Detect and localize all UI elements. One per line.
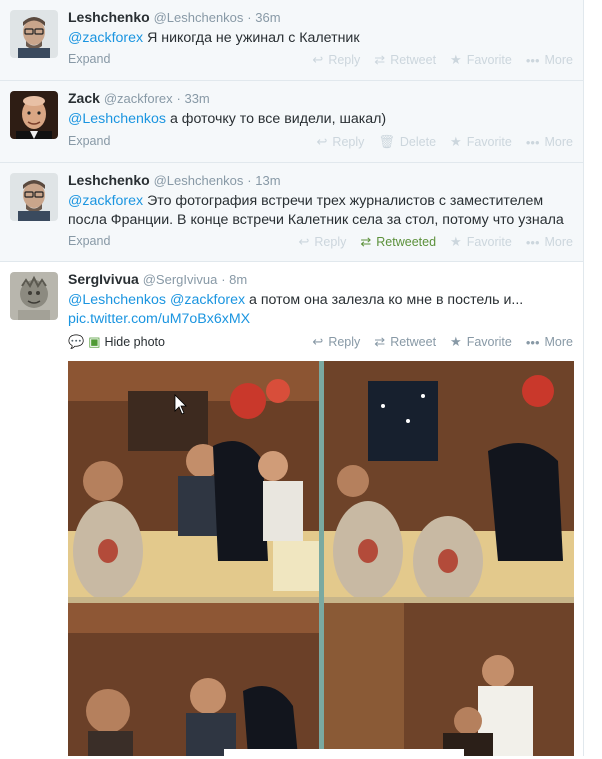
avatar[interactable]: [10, 91, 58, 139]
tweet-photo[interactable]: [68, 361, 574, 756]
favorite-label: Favorite: [466, 335, 512, 349]
favorite-icon: ★: [450, 334, 462, 349]
mention-link[interactable]: @zackforex: [170, 292, 245, 308]
favorite-label: Favorite: [466, 135, 512, 149]
tweet-actions: ↩ Reply ⇄ Retweet ★ Favorite ••• More: [298, 334, 573, 350]
tweet-actions: ↩ Reply ⇄ Retweet ★ Favorite ••• More: [298, 52, 573, 68]
tweet-text: @zackforex Это фотография встречи трех ж…: [68, 192, 573, 230]
more-icon: •••: [525, 52, 540, 68]
photo-icon: ▣: [88, 334, 101, 349]
author-name[interactable]: SergIvivua: [68, 271, 139, 287]
favorite-button[interactable]: ★ Favorite: [450, 52, 512, 68]
favorite-button[interactable]: ★ Favorite: [450, 334, 512, 350]
retweet-button[interactable]: ⇄ Retweet: [374, 334, 436, 350]
tweet[interactable]: Leshchenko @Leshchenkos · 36m @zackforex…: [0, 0, 583, 81]
mention-link[interactable]: @Leshchenkos: [68, 111, 166, 127]
more-icon: •••: [525, 134, 540, 150]
retweet-button[interactable]: ⇄ Retweet: [374, 52, 436, 68]
tweet-time[interactable]: · 13m: [247, 173, 280, 188]
expand-link[interactable]: Expand: [68, 134, 110, 148]
reply-icon: ↩: [312, 334, 324, 349]
hide-photo-label: Hide photo: [104, 335, 165, 349]
tweet-body: а фоточку то все видели, шакал): [166, 111, 387, 127]
more-icon: •••: [525, 334, 540, 350]
favorite-icon: ★: [450, 234, 462, 249]
favorite-icon: ★: [450, 134, 462, 149]
retweet-label: Retweet: [390, 335, 437, 349]
reply-button[interactable]: ↩ Reply: [312, 334, 360, 350]
restaurant-photo-collage: [68, 361, 574, 756]
more-label: More: [544, 53, 573, 67]
reply-label: Reply: [314, 235, 347, 249]
delete-label: Delete: [399, 135, 437, 149]
hide-photo-link[interactable]: 💬 ▣ Hide photo: [68, 334, 165, 350]
tweet[interactable]: Zack @zackforex · 33m @Leshchenkos а фот…: [0, 81, 583, 163]
more-icon: •••: [525, 234, 540, 250]
more-button[interactable]: ••• More: [526, 52, 573, 68]
reply-icon: ↩: [312, 52, 324, 67]
avatar[interactable]: [10, 272, 58, 320]
favorite-button[interactable]: ★ Favorite: [450, 234, 512, 250]
reply-label: Reply: [332, 135, 365, 149]
tweet-time[interactable]: · 8m: [221, 272, 247, 287]
delete-icon: 🗑: [378, 134, 395, 149]
favorite-label: Favorite: [466, 53, 512, 67]
delete-button[interactable]: 🗑 Delete: [378, 134, 436, 150]
reply-button[interactable]: ↩ Reply: [317, 134, 365, 150]
tweet-body: Я никогда не ужинал с Калетник: [143, 30, 360, 46]
tweet-text: @zackforex Я никогда не ужинал с Калетни…: [68, 29, 573, 48]
tweet-body-line1: Это фотография встречи трех журналистов …: [143, 193, 544, 209]
reply-button[interactable]: ↩ Reply: [299, 234, 347, 250]
reply-icon: ↩: [298, 234, 310, 249]
tweet-text: @Leshchenkos а фоточку то все видели, ша…: [68, 110, 573, 129]
expand-link[interactable]: Expand: [68, 234, 110, 248]
author-name[interactable]: Leshchenko: [68, 9, 150, 25]
mention-link[interactable]: @Leshchenkos: [68, 292, 166, 308]
avatar[interactable]: [10, 173, 58, 221]
tweet-body: а потом она залезла ко мне в постель и..…: [245, 292, 524, 308]
author-handle[interactable]: @Leshchenkos: [154, 173, 244, 188]
reply-icon: ↩: [316, 134, 328, 149]
tweet-time[interactable]: · 33m: [177, 91, 210, 106]
more-label: More: [544, 335, 573, 349]
favorite-button[interactable]: ★ Favorite: [450, 134, 512, 150]
tweet-body-line2: посла Франции. В конце встречи Калетник …: [68, 212, 564, 228]
author-handle[interactable]: @SergIvivua: [143, 272, 218, 287]
tweet-actions: ↩ Reply 🗑 Delete ★ Favorite ••• More: [303, 134, 573, 150]
author-name[interactable]: Zack: [68, 90, 100, 106]
mention-link[interactable]: @zackforex: [68, 30, 143, 46]
timeline: Leshchenko @Leshchenkos · 36m @zackforex…: [0, 0, 584, 759]
author-handle[interactable]: @Leshchenkos: [154, 10, 244, 25]
comment-icon: 💬: [68, 334, 85, 349]
more-button[interactable]: ••• More: [526, 334, 573, 350]
retweeted-button[interactable]: ⇄ Retweeted: [360, 234, 436, 250]
reply-label: Reply: [328, 53, 361, 67]
tweet-text: @Leshchenkos @zackforex а потом она зале…: [68, 291, 573, 329]
retweet-icon: ⇄: [374, 52, 386, 67]
retweet-icon: ⇄: [374, 334, 386, 349]
retweet-label: Retweet: [390, 53, 437, 67]
author-handle[interactable]: @zackforex: [104, 91, 173, 106]
more-label: More: [544, 135, 573, 149]
more-button[interactable]: ••• More: [526, 234, 573, 250]
reply-button[interactable]: ↩ Reply: [312, 52, 360, 68]
tweet[interactable]: Leshchenko @Leshchenkos · 13m @zackforex…: [0, 163, 583, 262]
photo-link[interactable]: pic.twitter.com/uM7oBx6xMX: [68, 311, 250, 327]
expand-link[interactable]: Expand: [68, 52, 110, 66]
mention-link[interactable]: @zackforex: [68, 193, 143, 209]
tweet-time[interactable]: · 36m: [247, 10, 280, 25]
more-button[interactable]: ••• More: [526, 134, 573, 150]
retweet-icon: ⇄: [360, 234, 372, 249]
reply-label: Reply: [328, 335, 361, 349]
retweeted-label: Retweeted: [376, 235, 437, 249]
favorite-label: Favorite: [466, 235, 512, 249]
author-name[interactable]: Leshchenko: [68, 172, 150, 188]
tweet-actions: ↩ Reply ⇄ Retweeted ★ Favorite ••• More: [285, 234, 574, 250]
favorite-icon: ★: [450, 52, 462, 67]
more-label: More: [544, 235, 573, 249]
avatar[interactable]: [10, 10, 58, 58]
